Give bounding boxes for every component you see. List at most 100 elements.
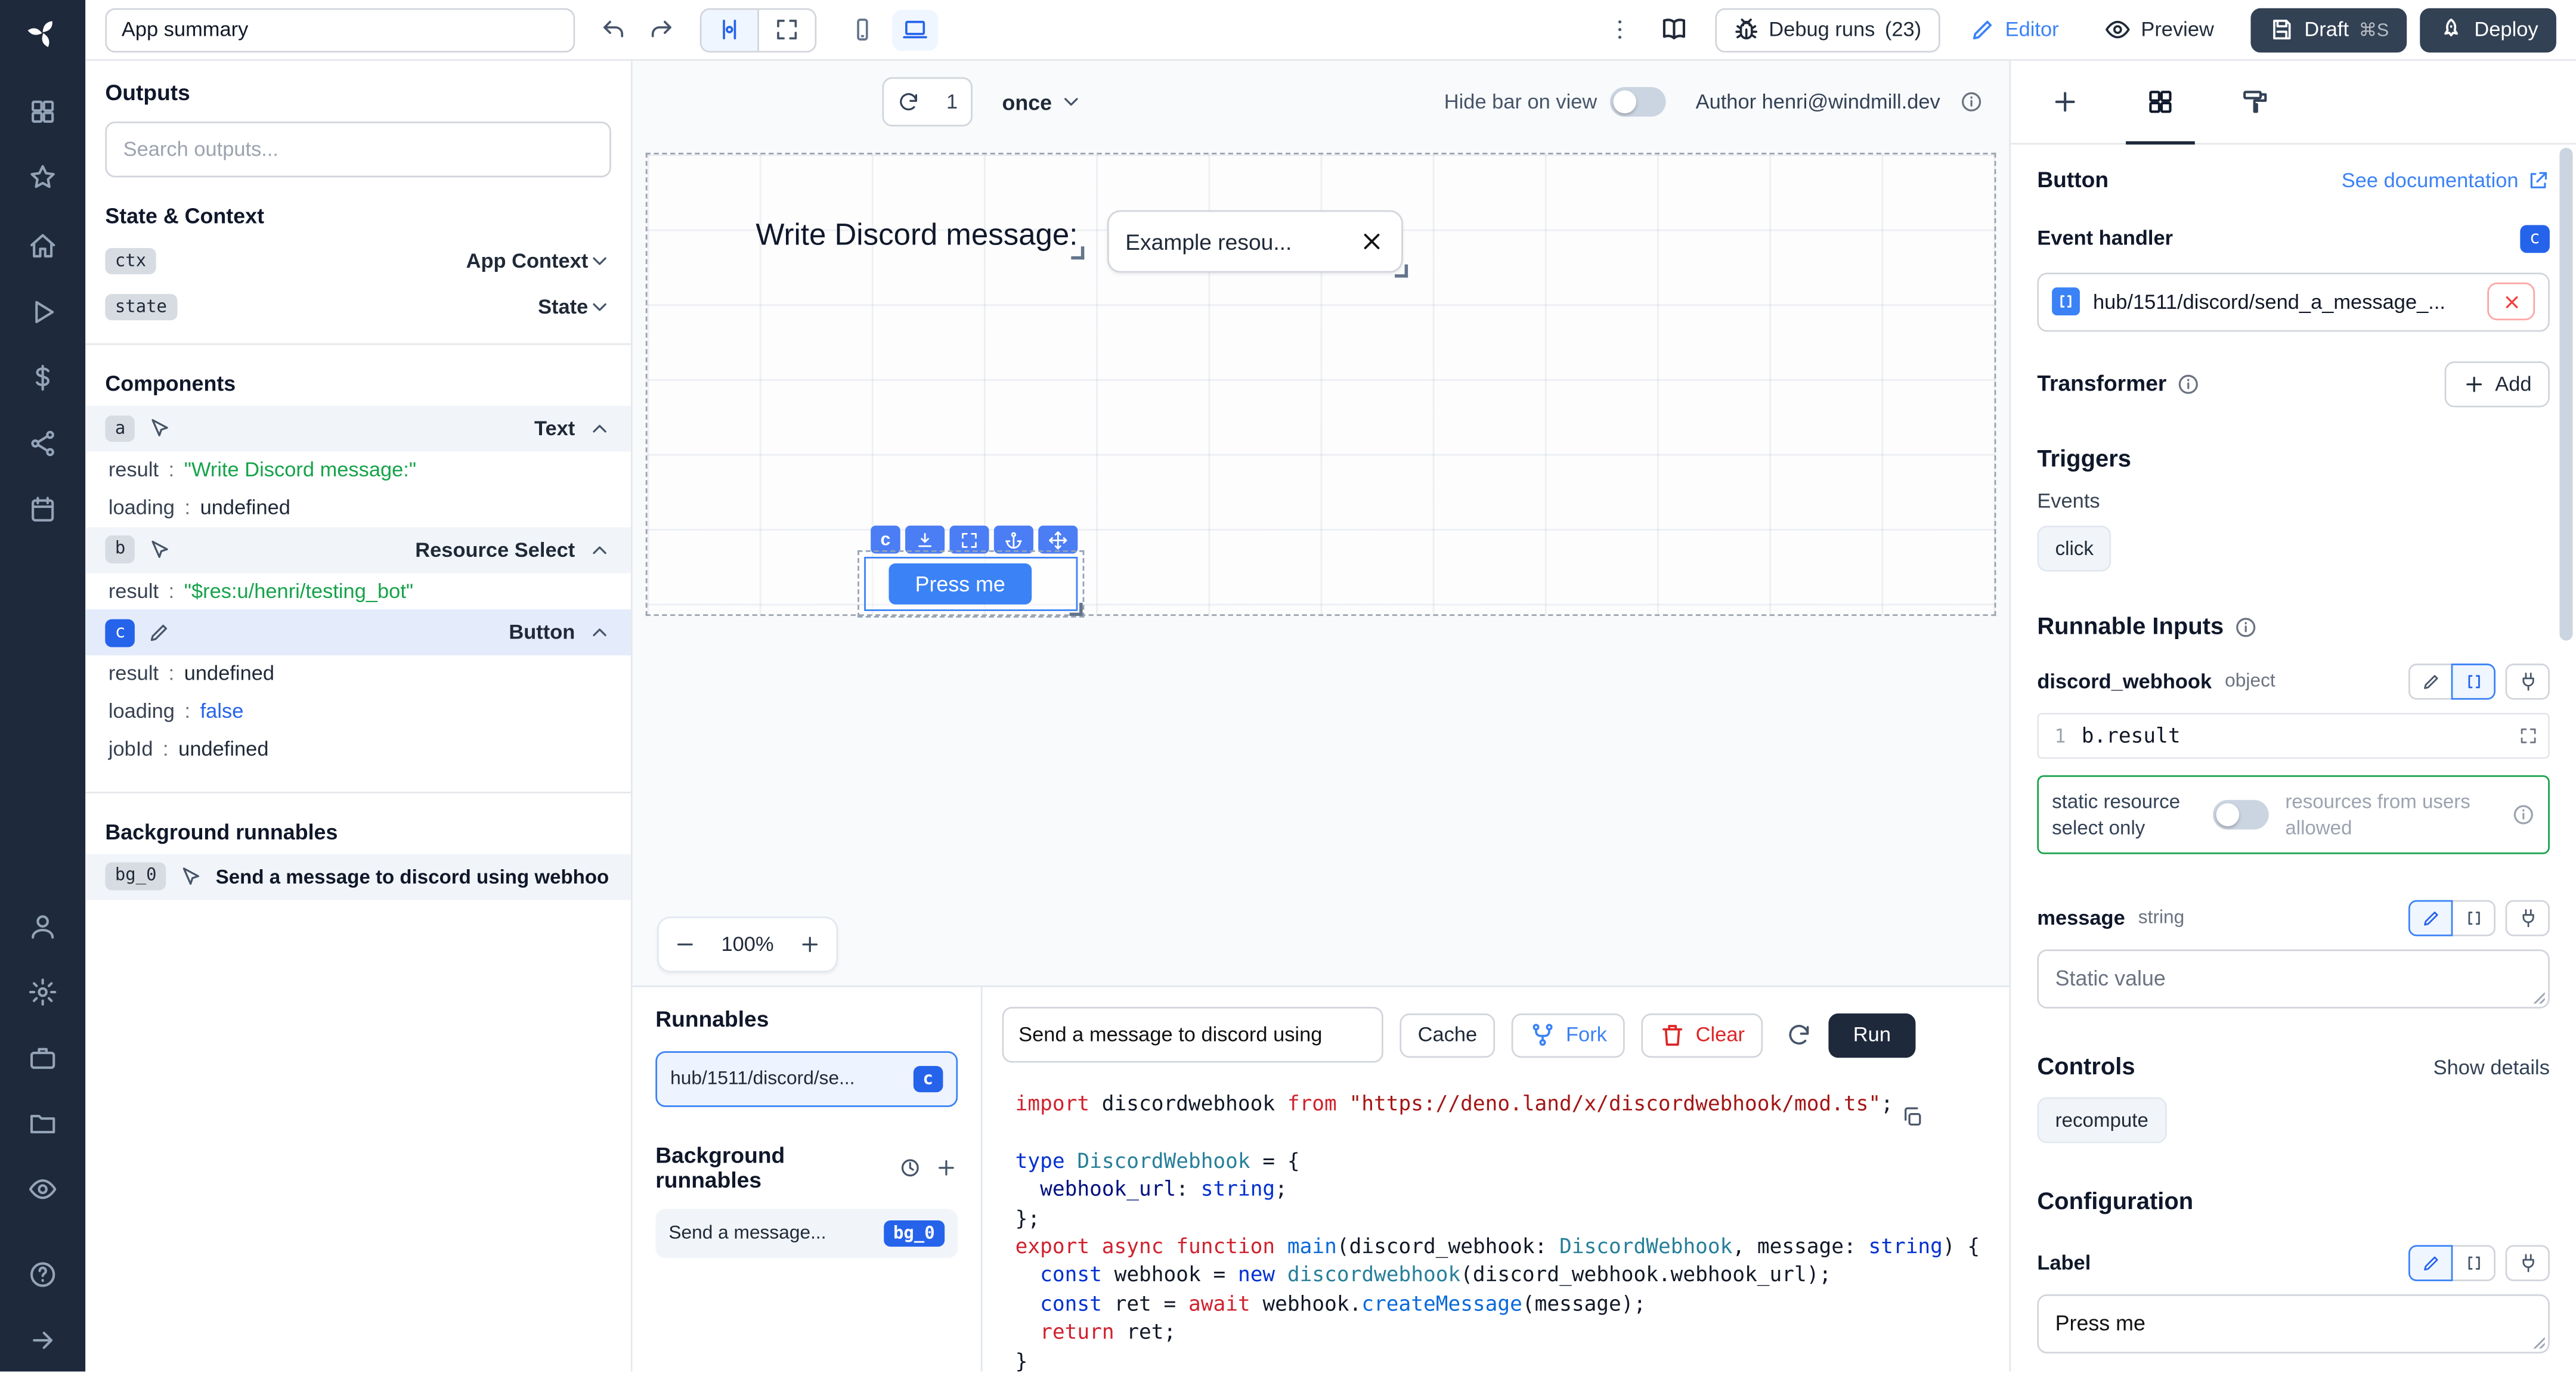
refresh-code-button[interactable] bbox=[1786, 1022, 1812, 1048]
component-row-c[interactable]: cButton bbox=[85, 610, 631, 656]
expr-mode-button[interactable] bbox=[2451, 900, 2496, 937]
help-icon[interactable] bbox=[28, 1260, 58, 1290]
hide-bar-toggle[interactable] bbox=[1610, 87, 1666, 117]
documentation-book-button[interactable] bbox=[1659, 15, 1689, 45]
resize-handle[interactable] bbox=[1070, 603, 1083, 616]
info-icon[interactable] bbox=[1960, 91, 1983, 114]
hand-pointer-icon[interactable] bbox=[148, 417, 172, 441]
background-runnable-item[interactable]: Send a message...bg_0 bbox=[655, 1209, 958, 1259]
more-menu-button[interactable] bbox=[1606, 17, 1633, 43]
expand-icon[interactable] bbox=[949, 526, 989, 554]
message-value-input[interactable] bbox=[2037, 949, 2550, 1008]
pencil-icon[interactable] bbox=[148, 621, 172, 644]
show-details-link[interactable]: Show details bbox=[2433, 1056, 2550, 1079]
refresh-mode-dropdown[interactable]: once bbox=[1002, 89, 1083, 114]
home-icon[interactable] bbox=[28, 231, 58, 261]
copy-code-icon[interactable] bbox=[1901, 1105, 1924, 1136]
info-icon[interactable] bbox=[2234, 615, 2257, 639]
move-icon[interactable] bbox=[1038, 526, 1078, 554]
refresh-app-button[interactable] bbox=[884, 91, 933, 114]
deploy-button[interactable]: Deploy bbox=[2420, 7, 2556, 51]
variables-icon[interactable] bbox=[28, 363, 58, 393]
styling-tab[interactable] bbox=[2241, 61, 2271, 143]
button-component[interactable]: Press me bbox=[889, 563, 1032, 605]
mobile-view-button[interactable] bbox=[840, 9, 886, 50]
button-component-selection[interactable]: Press me bbox=[864, 557, 1078, 611]
resize-handle[interactable] bbox=[1071, 246, 1084, 259]
add-background-runnable-icon[interactable] bbox=[935, 1157, 958, 1180]
connect-input-button[interactable] bbox=[2506, 900, 2550, 937]
expr-mode-button[interactable] bbox=[2451, 1245, 2496, 1281]
text-component[interactable]: Write Discord message: bbox=[756, 217, 1078, 253]
zoom-out-button[interactable] bbox=[659, 918, 711, 971]
info-icon[interactable] bbox=[2512, 803, 2535, 826]
runnable-picker[interactable]: hub/1511/discord/send_a_message_... bbox=[2037, 272, 2550, 331]
scrollbar[interactable] bbox=[2559, 148, 2572, 641]
resources-icon[interactable] bbox=[28, 429, 58, 458]
zoom-in-button[interactable] bbox=[784, 918, 836, 971]
component-settings-tab[interactable] bbox=[2145, 61, 2175, 143]
static-mode-button[interactable] bbox=[2408, 900, 2453, 937]
apps-icon[interactable] bbox=[28, 97, 58, 127]
app-summary-input[interactable] bbox=[105, 7, 575, 51]
expand-editor-icon[interactable] bbox=[2519, 726, 2538, 745]
component-row-a[interactable]: aText bbox=[85, 406, 631, 452]
workers-icon[interactable] bbox=[28, 1043, 58, 1073]
expression-editor[interactable]: 1 b.result bbox=[2037, 712, 2550, 758]
runnable-title-input[interactable] bbox=[1002, 1007, 1383, 1063]
code-editor[interactable]: import discordwebhook from "https://deno… bbox=[983, 1076, 2010, 1372]
see-documentation-link[interactable]: See documentation bbox=[2342, 168, 2550, 191]
canvas-section: 1 once Hide bar on view Author henri@win… bbox=[633, 61, 2010, 1372]
preview-tab-button[interactable]: Preview bbox=[2088, 7, 2230, 51]
schedules-icon[interactable] bbox=[28, 494, 58, 524]
static-mode-button[interactable] bbox=[2408, 663, 2453, 699]
app-canvas[interactable]: Write Discord message: Example resou... … bbox=[646, 153, 1996, 616]
draft-button[interactable]: Draft ⌘S bbox=[2250, 7, 2407, 51]
context-row[interactable]: stateState bbox=[85, 284, 631, 330]
collapse-icon[interactable] bbox=[28, 1325, 58, 1355]
chevron-up-icon bbox=[588, 621, 611, 644]
audit-logs-icon[interactable] bbox=[28, 1174, 58, 1204]
clear-button[interactable]: Clear bbox=[1642, 1013, 1763, 1057]
resize-handle[interactable] bbox=[1395, 265, 1408, 278]
fullscreen-canvas-button[interactable] bbox=[757, 9, 815, 50]
hand-pointer-icon[interactable] bbox=[148, 538, 172, 561]
add-transformer-button[interactable]: Add bbox=[2444, 361, 2550, 407]
anchor-icon[interactable] bbox=[994, 526, 1033, 554]
folders-icon[interactable] bbox=[28, 1109, 58, 1139]
clear-select-icon[interactable] bbox=[1358, 228, 1385, 255]
connect-input-button[interactable] bbox=[2506, 1245, 2550, 1281]
label-value-input[interactable] bbox=[2037, 1294, 2550, 1353]
cache-button[interactable]: Cache bbox=[1400, 1013, 1495, 1057]
center-canvas-button[interactable] bbox=[701, 9, 757, 50]
resource-select-component[interactable]: Example resou... bbox=[1107, 210, 1403, 273]
undo-button[interactable] bbox=[601, 17, 627, 43]
account-icon[interactable] bbox=[28, 912, 58, 941]
resource-mode-toggle[interactable] bbox=[2213, 799, 2269, 829]
component-row-b[interactable]: bResource Select bbox=[85, 526, 631, 572]
connect-input-button[interactable] bbox=[2506, 663, 2550, 699]
event-chip[interactable]: click bbox=[2037, 525, 2111, 571]
redo-button[interactable] bbox=[648, 17, 674, 43]
run-button[interactable]: Run bbox=[1828, 1013, 1915, 1057]
insert-component-tab[interactable] bbox=[2050, 61, 2080, 143]
info-icon[interactable] bbox=[2176, 372, 2200, 395]
expr-mode-button[interactable] bbox=[2451, 663, 2496, 699]
debug-runs-button[interactable]: Debug runs (23) bbox=[1714, 7, 1939, 51]
favorites-icon[interactable] bbox=[28, 163, 58, 193]
background-runnable-row[interactable]: bg_0Send a message to discord using webh… bbox=[85, 853, 631, 899]
control-chip[interactable]: recompute bbox=[2037, 1097, 2166, 1143]
outputs-search-input[interactable] bbox=[105, 122, 611, 178]
remove-runnable-button[interactable] bbox=[2487, 283, 2535, 320]
context-row[interactable]: ctxApp Context bbox=[85, 238, 631, 284]
windmill-logo-icon[interactable] bbox=[26, 17, 59, 54]
desktop-view-button[interactable] bbox=[892, 9, 938, 50]
runnable-item[interactable]: hub/1511/discord/se...c bbox=[655, 1051, 958, 1107]
static-mode-button[interactable] bbox=[2408, 1245, 2453, 1281]
dock-icon[interactable] bbox=[905, 526, 945, 554]
editor-tab-button[interactable]: Editor bbox=[1952, 7, 2075, 51]
fork-button[interactable]: Fork bbox=[1512, 1013, 1625, 1057]
settings-icon[interactable] bbox=[28, 977, 58, 1007]
runs-icon[interactable] bbox=[28, 297, 58, 327]
hand-pointer-icon[interactable] bbox=[179, 865, 203, 888]
